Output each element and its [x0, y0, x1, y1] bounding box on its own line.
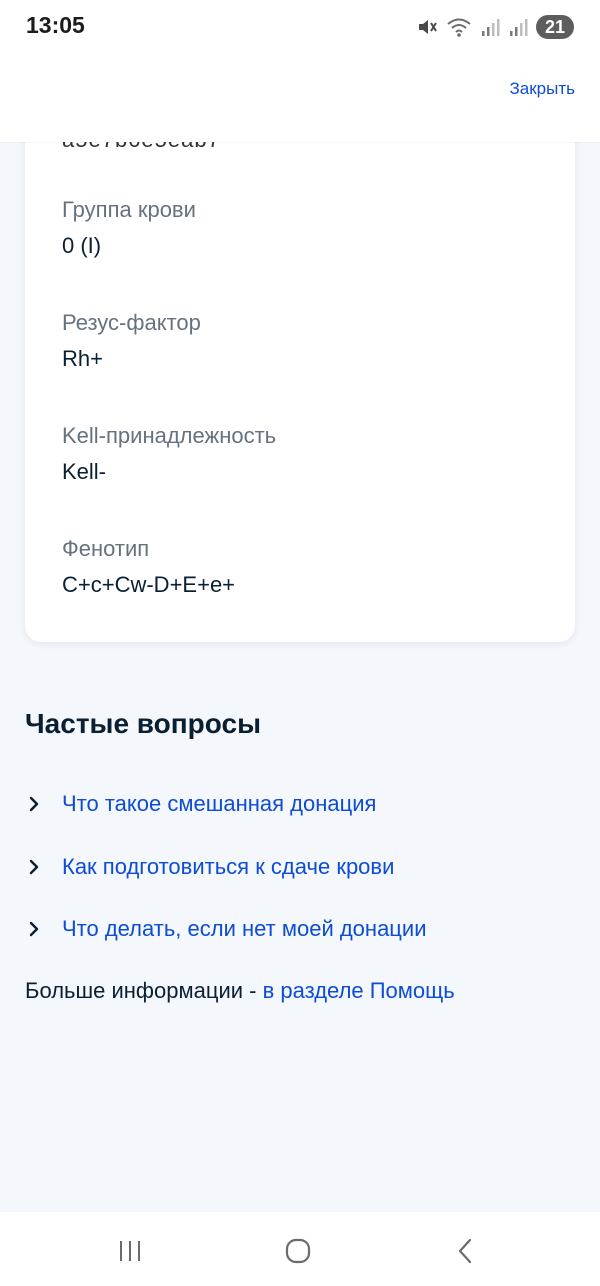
faq-item-label: Как подготовиться к сдаче крови	[62, 854, 395, 879]
battery-level: 21	[544, 16, 566, 37]
faq-item-mixed-donation[interactable]: Что такое смешанная донация	[25, 786, 575, 822]
signal-icon-2	[510, 19, 528, 36]
back-icon	[458, 1238, 472, 1264]
blood-info-card: a5e7b6e5eab7 Группа крови 0 (I) Резус-фа…	[25, 100, 575, 642]
faq-title: Частые вопросы	[25, 708, 261, 739]
faq-item-label: Что делать, если нет моей донации	[62, 916, 427, 941]
field-label: Фенотип	[62, 536, 150, 561]
close-button[interactable]: Закрыть	[510, 79, 575, 99]
faq-item-no-donation[interactable]: Что делать, если нет моей донации	[25, 911, 575, 947]
field-blood-group: Группа крови 0 (I)	[62, 196, 196, 260]
field-value: 0 (I)	[62, 233, 102, 258]
recent-apps-button[interactable]	[110, 1234, 150, 1268]
chevron-right-icon	[25, 858, 43, 876]
field-value: C+c+Cw-D+E+e+	[62, 572, 236, 597]
field-value: Kell-	[62, 459, 107, 484]
chevron-right-icon	[25, 920, 43, 938]
mute-icon	[419, 20, 437, 34]
more-info: Больше информации - в разделе Помощь	[25, 978, 455, 1004]
field-label: Резус-фактор	[62, 310, 201, 335]
chevron-right-icon	[25, 795, 43, 813]
back-button[interactable]	[445, 1234, 485, 1268]
system-nav-bar	[0, 1212, 600, 1286]
field-phenotype: Фенотип C+c+Cw-D+E+e+	[62, 535, 235, 599]
status-time: 13:05	[26, 12, 85, 38]
field-label: Kell-принадлежность	[62, 423, 277, 448]
field-rhesus: Резус-фактор Rh+	[62, 309, 201, 373]
signal-icon	[482, 19, 500, 36]
recent-apps-icon	[120, 1241, 140, 1261]
status-bar: 13:05 21	[0, 0, 600, 56]
battery-icon: 21	[536, 15, 574, 39]
faq-item-prepare[interactable]: Как подготовиться к сдаче крови	[25, 849, 575, 885]
home-icon	[285, 1238, 311, 1264]
help-section-link[interactable]: в разделе Помощь	[263, 978, 455, 1003]
field-kell: Kell-принадлежность Kell-	[62, 422, 276, 486]
field-label: Группа крови	[62, 197, 196, 222]
header: Закрыть	[0, 56, 600, 142]
more-info-text: Больше информации -	[25, 978, 263, 1003]
wifi-icon	[447, 18, 471, 37]
field-value: Rh+	[62, 346, 103, 371]
status-icons: 21	[416, 14, 574, 40]
faq-item-label: Что такое смешанная донация	[62, 791, 377, 816]
home-button[interactable]	[278, 1234, 318, 1268]
